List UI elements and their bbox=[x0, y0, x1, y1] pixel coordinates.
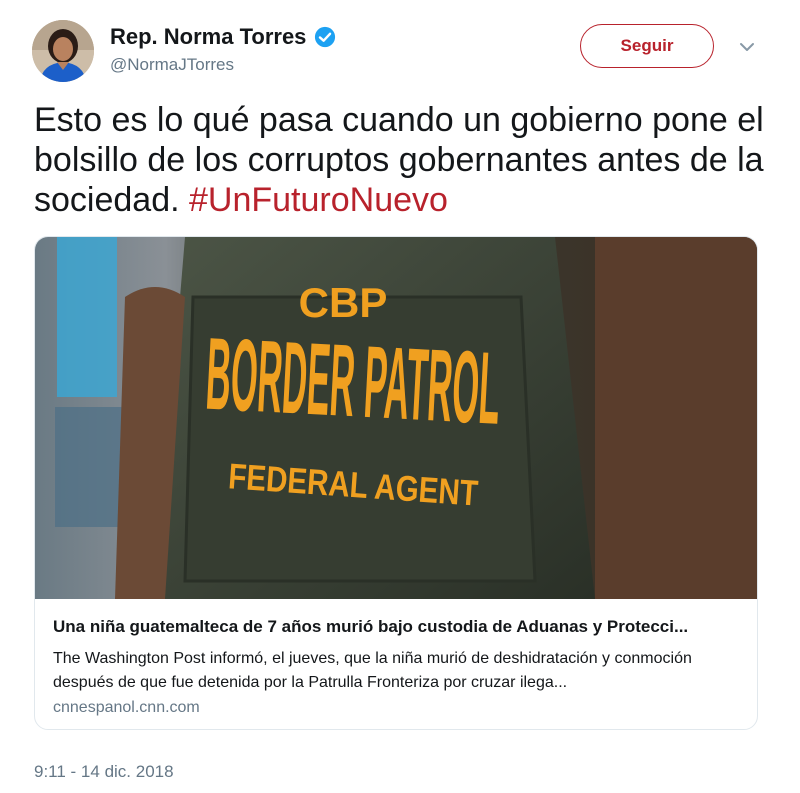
card-description: The Washington Post informó, el jueves, … bbox=[53, 650, 692, 691]
follow-button[interactable]: Seguir bbox=[580, 24, 714, 68]
author-name[interactable]: Rep. Norma Torres bbox=[110, 24, 306, 50]
tweet-text: Esto es lo qué pasa cuando un gobierno p… bbox=[34, 100, 774, 220]
hashtag-link[interactable]: #UnFuturoNuevo bbox=[189, 181, 448, 219]
verified-badge-icon bbox=[315, 26, 336, 48]
card-domain[interactable]: cnnespanol.cnn.com bbox=[53, 699, 200, 717]
card-image: CBP BORDER PATROL FEDERAL AGENT bbox=[35, 237, 757, 599]
avatar[interactable] bbox=[32, 20, 94, 82]
author-name-row: Rep. Norma Torres bbox=[110, 24, 336, 50]
patch-text-border-patrol: BORDER PATROL bbox=[203, 317, 503, 446]
card-body: Una niña guatemalteca de 7 años murió ba… bbox=[35, 599, 757, 729]
chevron-down-icon[interactable] bbox=[738, 38, 756, 56]
link-preview-card[interactable]: CBP BORDER PATROL FEDERAL AGENT Una niña… bbox=[34, 236, 758, 730]
author-handle[interactable]: @NormaJTorres bbox=[110, 55, 234, 75]
card-title[interactable]: Una niña guatemalteca de 7 años murió ba… bbox=[53, 617, 743, 637]
tweet-timestamp[interactable]: 9:11 - 14 dic. 2018 bbox=[34, 762, 174, 782]
patch-text-cbp: CBP bbox=[299, 279, 388, 326]
tweet-header: Rep. Norma Torres @NormaJTorres Seguir bbox=[32, 18, 772, 82]
